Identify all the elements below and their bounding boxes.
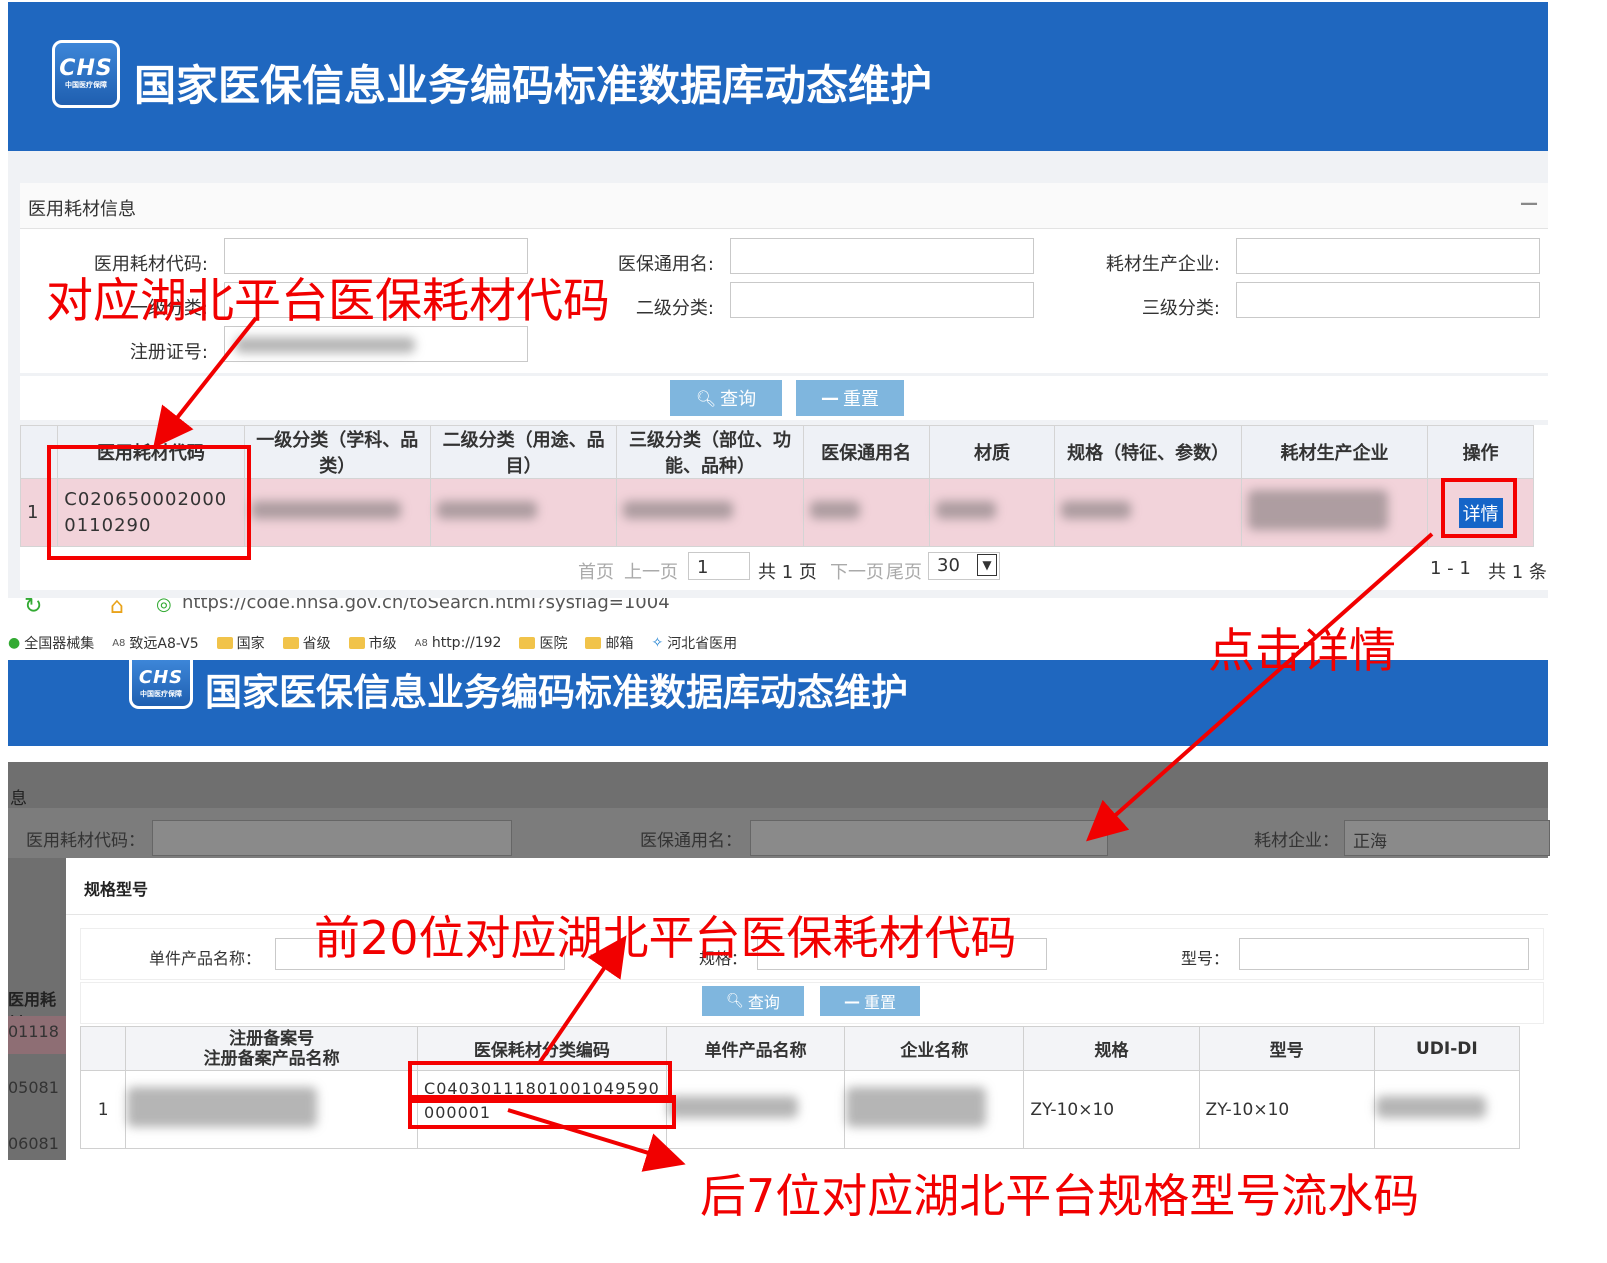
arrow-to-code-column	[153, 316, 258, 449]
annotation-arrows	[153, 316, 1434, 1172]
arrow-to-last7	[507, 1108, 686, 1172]
arrow-to-modal	[1086, 532, 1434, 842]
arrow-to-first20	[538, 935, 627, 1064]
